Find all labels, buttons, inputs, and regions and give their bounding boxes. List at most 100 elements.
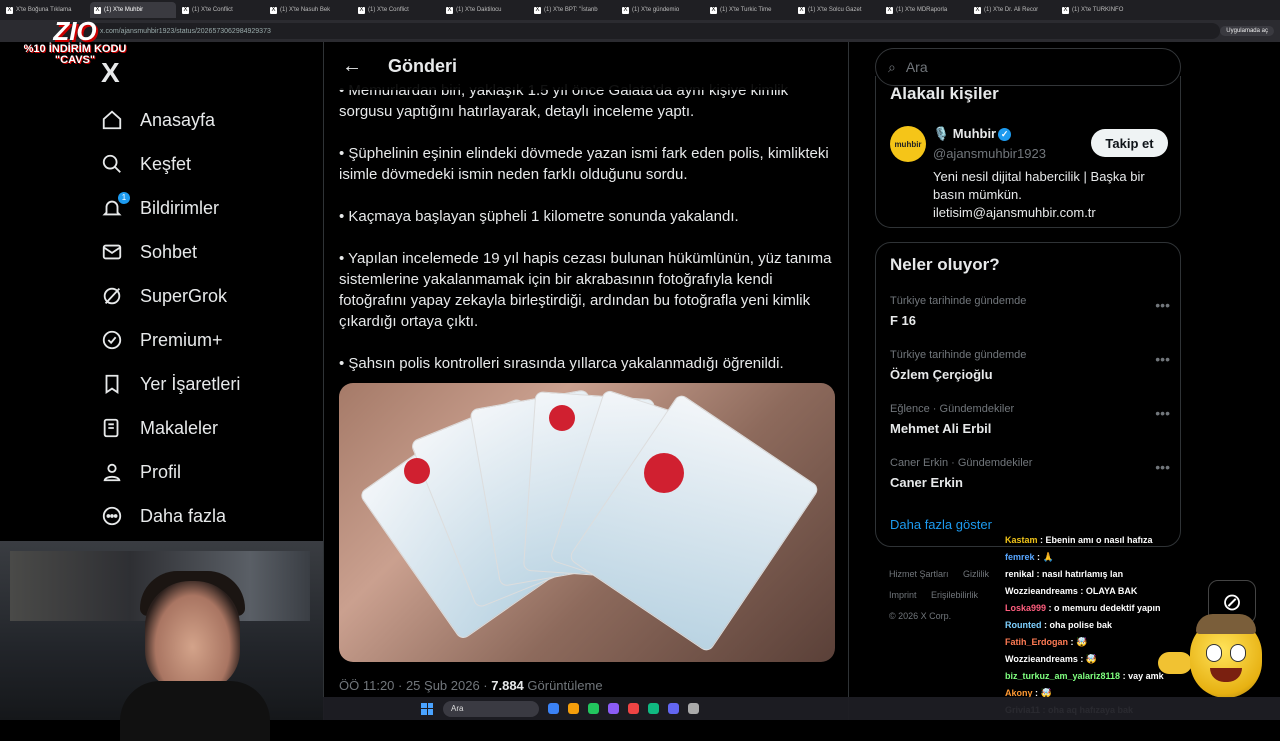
app-icon[interactable] xyxy=(608,703,619,714)
chat-separator: : xyxy=(1034,569,1043,579)
browser-tab[interactable]: X (1) X'te Dr. Ali Recor xyxy=(970,2,1056,18)
page-title: Gönderi xyxy=(388,55,458,76)
spotify-icon[interactable] xyxy=(648,703,659,714)
trend-item[interactable]: Türkiye tarihinde gündemde Özlem Çerçioğ… xyxy=(890,349,1170,382)
x-favicon-icon: X xyxy=(6,6,13,14)
browser-tab-label: (1) X'te Dr. Ali Recor xyxy=(984,7,1039,13)
chat-text: OLAYA BAK xyxy=(1085,586,1138,596)
windows-start-icon[interactable] xyxy=(421,702,433,715)
trend-item[interactable]: Eğlence · Gündemdekiler Mehmet Ali Erbil… xyxy=(890,403,1170,436)
footer-link[interactable]: Erişilebilirlik xyxy=(931,590,978,600)
browser-tab-label: (1) X'te BPT: "İstanb xyxy=(544,7,598,13)
more-options-icon[interactable]: ••• xyxy=(1155,351,1170,367)
browser-tab[interactable]: X (1) X'te Turkic Time xyxy=(706,2,792,18)
sidebar-item-supergrok[interactable]: SuperGrok xyxy=(96,274,240,318)
avatar[interactable]: muhbir xyxy=(890,126,926,162)
bell-icon: 1 xyxy=(100,192,130,220)
post-header: ← Gönderi xyxy=(324,42,848,90)
sidebar-item-yer-i-şaretleri[interactable]: Yer İşaretleri xyxy=(96,362,240,406)
follow-button[interactable]: Takip et xyxy=(1091,129,1168,157)
folder-icon[interactable] xyxy=(568,703,579,714)
sidebar-item-makaleler[interactable]: Makaleler xyxy=(96,406,240,450)
browser-tab[interactable]: X (1) X'te Muhbir xyxy=(90,2,176,18)
browser-tab[interactable]: X (1) X'te gündemio xyxy=(618,2,704,18)
browser-tab[interactable]: X (1) X'te BPT: "İstanb xyxy=(530,2,616,18)
sidebar-item-premium-[interactable]: Premium+ xyxy=(96,318,240,362)
chat-username: Kastam xyxy=(1005,535,1038,545)
emote-hand xyxy=(1158,652,1192,674)
x-favicon-icon: X xyxy=(446,6,453,14)
app-icon[interactable] xyxy=(628,703,639,714)
home-icon xyxy=(100,108,124,132)
view-count: 7.884 xyxy=(491,678,524,693)
emote-face xyxy=(1190,614,1262,698)
app-icon[interactable] xyxy=(688,703,699,714)
taskbar-search[interactable]: Ara xyxy=(443,700,539,717)
footer-link[interactable]: Hizmet Şartları xyxy=(889,569,949,579)
more-icon xyxy=(100,504,124,528)
x-logo-icon[interactable]: X xyxy=(101,57,120,89)
more-options-icon[interactable]: ••• xyxy=(1155,405,1170,421)
more-options-icon[interactable]: ••• xyxy=(1155,297,1170,313)
browser-tab[interactable]: X (1) X'te Nasuh Bek xyxy=(266,2,352,18)
sidebar-item-profil[interactable]: Profil xyxy=(96,450,240,494)
related-people-card: Alakalı kişiler muhbir 🎙️ Muhbir ✓ @ajans… xyxy=(875,76,1181,228)
browser-tab[interactable]: X (1) X'te Daktilocu xyxy=(442,2,528,18)
post-body: • Memurlardan biri, yaklaşık 1.5 yıl önc… xyxy=(339,80,839,395)
sidebar-item-daha-fazla[interactable]: Daha fazla xyxy=(96,494,240,538)
mail-icon xyxy=(100,240,124,264)
browser-tab[interactable]: X (1) X'te TURKINFO xyxy=(1058,2,1144,18)
browser-tab-label: (1) X'te MDRaporla xyxy=(896,7,948,13)
chat-text: oha polise bak xyxy=(1049,620,1113,630)
os-taskbar: Ara xyxy=(323,697,1280,720)
browser-tab-label: (1) X'te Conflict xyxy=(192,7,233,13)
sidebar-item-anasayfa[interactable]: Anasayfa xyxy=(96,98,240,142)
chrome-icon[interactable] xyxy=(588,703,599,714)
sidebar-item-label: Premium+ xyxy=(140,329,223,350)
account-handle[interactable]: @ajansmuhbir1923 xyxy=(933,146,1046,161)
chat-separator: : xyxy=(1034,552,1043,562)
chat-text: 🙏 xyxy=(1042,552,1054,562)
sidebar-item-bildirimler[interactable]: 1 Bildirimler xyxy=(96,186,240,230)
more-options-icon[interactable]: ••• xyxy=(1155,459,1170,475)
post-image[interactable] xyxy=(339,383,835,662)
x-favicon-icon: X xyxy=(94,6,101,14)
brand-logo: ZIO xyxy=(53,16,97,46)
footer-link[interactable]: Gizlilik xyxy=(963,569,989,579)
sidebar-item-label: Makaleler xyxy=(140,417,219,438)
search-input[interactable]: ⌕ Ara xyxy=(875,48,1181,86)
footer-link[interactable]: Imprint xyxy=(889,590,917,600)
trend-item[interactable]: Caner Erkin · Gündemdekiler Caner Erkin … xyxy=(890,457,1170,490)
chat-message: femrek : 🙏 xyxy=(1005,549,1185,566)
sidebar-item-label: Keşfet xyxy=(140,153,192,174)
browser-tab-label: (1) X'te Solcu Gazet xyxy=(808,7,862,13)
browser-tab[interactable]: X (1) X'te Conflict xyxy=(178,2,264,18)
app-icon[interactable] xyxy=(548,703,559,714)
primary-nav: Anasayfa Keşfet 1 Bildirimler Sohbet SuperGro… xyxy=(96,98,240,538)
discord-icon[interactable] xyxy=(668,703,679,714)
back-arrow-icon[interactable]: ← xyxy=(332,55,372,78)
chat-separator: : xyxy=(1037,535,1046,545)
browser-tab[interactable]: X (1) X'te Solcu Gazet xyxy=(794,2,880,18)
chat-username: renikal xyxy=(1005,569,1035,579)
chat-text: vay amk xyxy=(1128,671,1164,681)
notification-badge: 1 xyxy=(118,192,130,204)
chat-username: Wozzieandreams xyxy=(1005,586,1078,596)
search-icon: ⌕ xyxy=(888,58,896,75)
browser-tab[interactable]: X (1) X'te MDRaporla xyxy=(882,2,968,18)
show-more-link[interactable]: Daha fazla göster xyxy=(890,517,992,532)
trend-item[interactable]: Türkiye tarihinde gündemde F 16 ••• xyxy=(890,295,1170,328)
account-name[interactable]: 🎙️ Muhbir ✓ xyxy=(933,126,1012,142)
sidebar-item-keşfet[interactable]: Keşfet xyxy=(96,142,240,186)
chat-separator: : xyxy=(1041,620,1050,630)
open-in-app-button[interactable]: Uygulamada aç xyxy=(1220,26,1274,36)
browser-tab[interactable]: X (1) X'te Conflict xyxy=(354,2,440,18)
x-favicon-icon: X xyxy=(974,6,981,14)
browser-address-bar: x.com/ajansmuhbir1923/status/20265730629… xyxy=(0,20,1280,42)
url-field[interactable]: x.com/ajansmuhbir1923/status/20265730629… xyxy=(60,23,1221,39)
sidebar-item-label: SuperGrok xyxy=(140,285,228,306)
account-bio: Yeni nesil dijital habercilik | Başka bi… xyxy=(933,169,1145,220)
chat-username: Fatih_Erdogan xyxy=(1005,637,1069,647)
sidebar-item-sohbet[interactable]: Sohbet xyxy=(96,230,240,274)
post-time[interactable]: ÖÖ 11:20 · 25 Şub 2026 · xyxy=(339,678,491,693)
